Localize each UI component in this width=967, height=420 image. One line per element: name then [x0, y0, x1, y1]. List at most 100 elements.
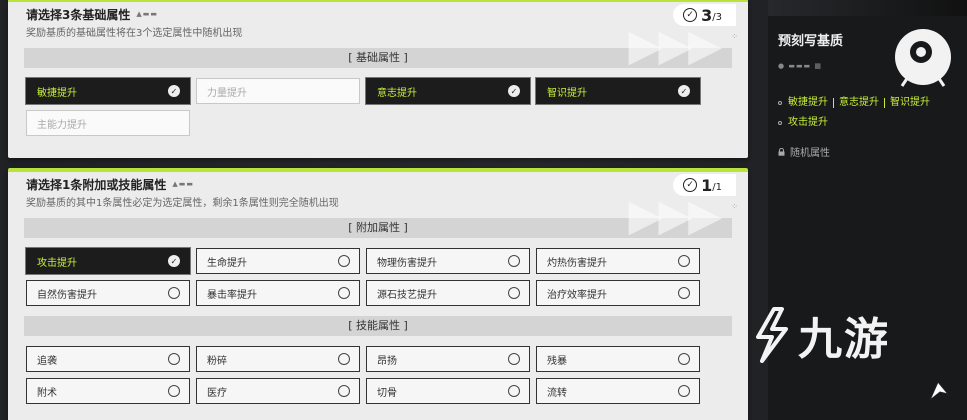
radio-circle-icon [678, 255, 690, 267]
title-decoration: ▲▬▬ [172, 180, 194, 188]
attribute-option-label: 生命提升 [207, 257, 247, 269]
selected-attributes: 敏捷提升 意志提升 智识提升 攻击提升 [778, 96, 962, 136]
attribute-option[interactable]: 灼热伤害提升 [536, 248, 700, 274]
attribute-option[interactable]: 物理伤害提升 [366, 248, 530, 274]
selected-attr-3: 智识提升 [890, 97, 930, 108]
separator [833, 98, 834, 108]
attribute-option-label: 治疗效率提升 [547, 289, 607, 301]
selection-counter: ✓ 1 /1 [673, 174, 736, 196]
random-attribute-label: 随机属性 [790, 148, 830, 159]
panel-header: 请选择3条基础属性 ▲▬▬ [8, 2, 748, 26]
selected-attr-1: 敏捷提升 [788, 97, 828, 108]
counter-current: 3 [701, 5, 713, 25]
panel-title: 请选择3条基础属性 [26, 7, 131, 22]
radio-circle-icon [508, 353, 520, 365]
radio-circle-icon [508, 255, 520, 267]
checkmark-icon: ✓ [168, 85, 180, 97]
section-header-skill: [ 技能属性 ] [24, 316, 732, 336]
attribute-option-label: 源石技艺提升 [377, 289, 437, 301]
attribute-option-label: 医疗 [207, 387, 227, 399]
additional-attribute-grid: 攻击提升 ✓ 生命提升 物理伤害提升 灼热伤害提升自然伤害提升 暴击率提升 源石技艺提升 治疗… [26, 248, 748, 306]
screen: ▶▶▶ 请选择3条基础属性 ▲▬▬ ✓ 3 /3 奖励基质的基础属性将在3个选定… [0, 0, 967, 420]
corner-decoration: ⁘ [731, 202, 738, 211]
section-header-additional: [ 附加属性 ] [24, 218, 732, 238]
attribute-option[interactable]: 源石技艺提升 [366, 280, 530, 306]
counter-current: 1 [701, 175, 713, 195]
attribute-option-label: 追袭 [37, 355, 57, 367]
attribute-option[interactable]: 意志提升 ✓ [366, 78, 530, 104]
corner-decoration: ⁘ [731, 32, 738, 41]
attribute-option[interactable]: 主能力提升 [26, 110, 190, 136]
radio-circle-icon [678, 287, 690, 299]
attribute-option-label: 灼热伤害提升 [547, 257, 607, 269]
counter-total: /3 [712, 11, 722, 23]
attribute-option[interactable]: 自然伤害提升 [26, 280, 190, 306]
radio-circle-icon [508, 385, 520, 397]
counter-total: /1 [712, 181, 722, 193]
attribute-option-label: 敏捷提升 [37, 87, 77, 99]
random-attribute-row: 随机属性 [778, 144, 830, 159]
radio-circle-icon [508, 287, 520, 299]
attribute-option[interactable]: 敏捷提升 ✓ [26, 78, 190, 104]
attribute-option-label: 攻击提升 [37, 257, 77, 269]
basic-attribute-row: 敏捷提升 意志提升 智识提升 [778, 96, 962, 110]
radio-circle-icon [168, 385, 180, 397]
radio-circle-icon [338, 353, 350, 365]
check-circle-icon: ✓ [683, 8, 698, 22]
attribute-option-label: 暴击率提升 [207, 289, 257, 301]
sidebar-title: 预刻写基质 [778, 34, 844, 49]
attribute-option-label: 主能力提升 [37, 119, 87, 131]
panel-title: 请选择1条附加或技能属性 [26, 177, 167, 192]
attribute-option[interactable]: 切骨 [366, 378, 530, 404]
checkmark-icon: ✓ [168, 255, 180, 267]
attribute-option-label: 力量提升 [207, 87, 247, 99]
radio-circle-icon [678, 385, 690, 397]
checkmark-icon: ✓ [678, 85, 690, 97]
attribute-option-label: 意志提升 [377, 87, 417, 99]
attribute-option[interactable]: 生命提升 [196, 248, 360, 274]
selected-attr-2: 意志提升 [839, 97, 879, 108]
attribute-option[interactable]: 追袭 [26, 346, 190, 372]
selection-counter: ✓ 3 /3 [673, 4, 736, 26]
matrix-emblem-icon [895, 29, 951, 87]
section-header-basic: [ 基础属性 ] [24, 48, 732, 68]
basic-attribute-panel: ▶▶▶ 请选择3条基础属性 ▲▬▬ ✓ 3 /3 奖励基质的基础属性将在3个选定… [8, 0, 748, 158]
panel-header: 请选择1条附加或技能属性 ▲▬▬ [8, 172, 748, 196]
attribute-option[interactable]: 医疗 [196, 378, 360, 404]
watermark-text: 九游 [798, 314, 890, 365]
attribute-option-label: 物理伤害提升 [377, 257, 437, 269]
watermark-mark-icon [756, 307, 788, 363]
attribute-option-label: 切骨 [377, 387, 397, 399]
sidebar-decoration: ● ▬▬▬ ▦ [778, 62, 823, 70]
attribute-option[interactable]: 暴击率提升 [196, 280, 360, 306]
attribute-option[interactable]: 治疗效率提升 [536, 280, 700, 306]
radio-circle-icon [168, 353, 180, 365]
attribute-option-label: 残暴 [547, 355, 567, 367]
attribute-option[interactable]: 流转 [536, 378, 700, 404]
check-circle-icon: ✓ [683, 178, 698, 192]
radio-circle-icon [338, 287, 350, 299]
attribute-option[interactable]: 攻击提升 ✓ [26, 248, 190, 274]
attribute-option-label: 智识提升 [547, 87, 587, 99]
attribute-option[interactable]: 残暴 [536, 346, 700, 372]
additional-attribute-row: 攻击提升 [778, 116, 962, 130]
basic-attribute-grid: 敏捷提升 ✓ 力量提升 意志提升 ✓ 智识提升 ✓ 主能力提升 [26, 78, 748, 136]
selected-attr-additional: 攻击提升 [788, 117, 828, 128]
attribute-option[interactable]: 粉碎 [196, 346, 360, 372]
bullet-icon [778, 121, 782, 125]
attribute-option[interactable]: 昂扬 [366, 346, 530, 372]
background-decoration: ▶▶▶ [628, 190, 721, 241]
attribute-option-label: 附术 [37, 387, 57, 399]
attribute-option-label: 昂扬 [377, 355, 397, 367]
bullet-icon [778, 101, 782, 105]
separator [884, 98, 885, 108]
attribute-option-label: 粉碎 [207, 355, 227, 367]
attribute-option[interactable]: 附术 [26, 378, 190, 404]
attribute-option[interactable]: 智识提升 ✓ [536, 78, 700, 104]
radio-circle-icon [168, 287, 180, 299]
attribute-option[interactable]: 力量提升 [196, 78, 360, 104]
attribute-option-label: 自然伤害提升 [37, 289, 97, 301]
watermark-logo: 九游 [752, 300, 942, 370]
background-decoration: ▶▶▶ [628, 20, 721, 71]
checkmark-icon: ✓ [508, 85, 520, 97]
